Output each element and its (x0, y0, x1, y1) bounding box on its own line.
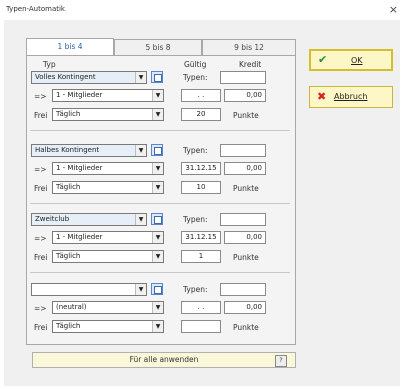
help-icon: ? (275, 355, 287, 367)
frequency-select[interactable]: Täglich ▼ (52, 181, 164, 194)
chevron-down-icon: ▼ (135, 214, 146, 225)
frequency-select-value: Täglich (56, 110, 81, 118)
arrow-label: => (34, 165, 47, 174)
frei-label: Frei (34, 323, 48, 332)
list-icon[interactable] (151, 71, 163, 83)
member-select-value: (neutral) (56, 303, 87, 311)
frequency-select-value: Täglich (56, 322, 81, 330)
list-icon[interactable] (151, 144, 163, 156)
chevron-down-icon: ▼ (152, 232, 163, 243)
typen-input[interactable] (220, 213, 266, 226)
list-icon[interactable] (151, 283, 163, 295)
chevron-down-icon: ▼ (152, 251, 163, 262)
type-select-value: Halbes Kontingent (35, 146, 100, 154)
apply-all-label: Für alle anwenden (129, 355, 199, 364)
type-select[interactable]: Volles Kontingent ▼ (31, 71, 147, 84)
tab-bar: 1 bis 4 5 bis 8 9 bis 12 (26, 38, 296, 56)
chevron-down-icon: ▼ (135, 284, 146, 295)
header-gueltig: Gültig (184, 60, 207, 69)
ok-button[interactable]: ✔ OK (309, 49, 393, 71)
typen-label: Typen: (183, 285, 208, 294)
tab-1-bis-4[interactable]: 1 bis 4 (26, 38, 114, 56)
window-title: Typen-Automatik (6, 5, 65, 13)
punkte-label: Punkte (233, 323, 259, 332)
member-select[interactable]: 1 - Mitglieder ▼ (52, 162, 164, 175)
check-icon: ✔ (318, 53, 328, 66)
arrow-label: => (34, 92, 47, 101)
header-kredit: Kredit (239, 60, 262, 69)
typen-label: Typen: (183, 73, 208, 82)
punkte-label: Punkte (233, 253, 259, 262)
frequency-select-value: Täglich (56, 183, 81, 191)
type-select-value: Volles Kontingent (35, 73, 96, 81)
points-input[interactable] (181, 320, 221, 333)
valid-date-input[interactable]: . . (181, 301, 221, 314)
chevron-down-icon: ▼ (152, 321, 163, 332)
apply-all-button[interactable]: Für alle anwenden ? (32, 352, 296, 368)
valid-date-input[interactable]: 31.12.15 (181, 162, 221, 175)
group-separator (30, 203, 290, 204)
member-select-value: 1 - Mitglieder (56, 91, 103, 99)
points-input[interactable]: 20 (181, 108, 221, 121)
list-icon[interactable] (151, 213, 163, 225)
credit-input[interactable]: 0,00 (224, 162, 266, 175)
frequency-select-value: Täglich (56, 252, 81, 260)
chevron-down-icon: ▼ (152, 109, 163, 120)
chevron-down-icon: ▼ (152, 90, 163, 101)
typen-label: Typen: (183, 215, 208, 224)
arrow-label: => (34, 304, 47, 313)
typen-input[interactable] (220, 283, 266, 296)
frei-label: Frei (34, 111, 48, 120)
chevron-down-icon: ▼ (152, 163, 163, 174)
chevron-down-icon: ▼ (152, 302, 163, 313)
arrow-label: => (34, 234, 47, 243)
frequency-select[interactable]: Täglich ▼ (52, 108, 164, 121)
valid-date-input[interactable]: 31.12.15 (181, 231, 221, 244)
tab-9-bis-12[interactable]: 9 bis 12 (202, 39, 296, 55)
credit-input[interactable]: 0,00 (224, 301, 266, 314)
header-typ: Typ (43, 60, 56, 69)
title-bar: Typen-Automatik × (0, 0, 404, 20)
type-select[interactable]: Halbes Kontingent ▼ (31, 144, 147, 157)
member-select[interactable]: (neutral) ▼ (52, 301, 164, 314)
frequency-select[interactable]: Täglich ▼ (52, 320, 164, 333)
punkte-label: Punkte (233, 184, 259, 193)
member-select-value: 1 - Mitglieder (56, 164, 103, 172)
group-separator (30, 272, 290, 273)
chevron-down-icon: ▼ (135, 145, 146, 156)
frequency-select[interactable]: Täglich ▼ (52, 250, 164, 263)
points-input[interactable]: 1 (181, 250, 221, 263)
cancel-button[interactable]: ✖ Abbruch (309, 86, 393, 108)
typen-input[interactable] (220, 144, 266, 157)
type-select-value: Zweitclub (35, 215, 70, 223)
chevron-down-icon: ▼ (135, 72, 146, 83)
typen-label: Typen: (183, 146, 208, 155)
member-select[interactable]: 1 - Mitglieder ▼ (52, 89, 164, 102)
valid-date-input[interactable]: . . (181, 89, 221, 102)
credit-input[interactable]: 0,00 (224, 89, 266, 102)
member-select-value: 1 - Mitglieder (56, 233, 103, 241)
frei-label: Frei (34, 253, 48, 262)
ok-label: OK (351, 56, 363, 65)
member-select[interactable]: 1 - Mitglieder ▼ (52, 231, 164, 244)
type-select[interactable]: ▼ (31, 283, 147, 296)
credit-input[interactable]: 0,00 (224, 231, 266, 244)
frei-label: Frei (34, 184, 48, 193)
type-select[interactable]: Zweitclub ▼ (31, 213, 147, 226)
punkte-label: Punkte (233, 111, 259, 120)
cancel-label: Abbruch (334, 92, 368, 101)
typen-input[interactable] (220, 71, 266, 84)
close-icon[interactable]: × (389, 3, 398, 16)
x-icon: ✖ (317, 90, 327, 103)
group-separator (30, 130, 290, 131)
chevron-down-icon: ▼ (152, 182, 163, 193)
tab-5-bis-8[interactable]: 5 bis 8 (114, 39, 202, 55)
points-input[interactable]: 10 (181, 181, 221, 194)
